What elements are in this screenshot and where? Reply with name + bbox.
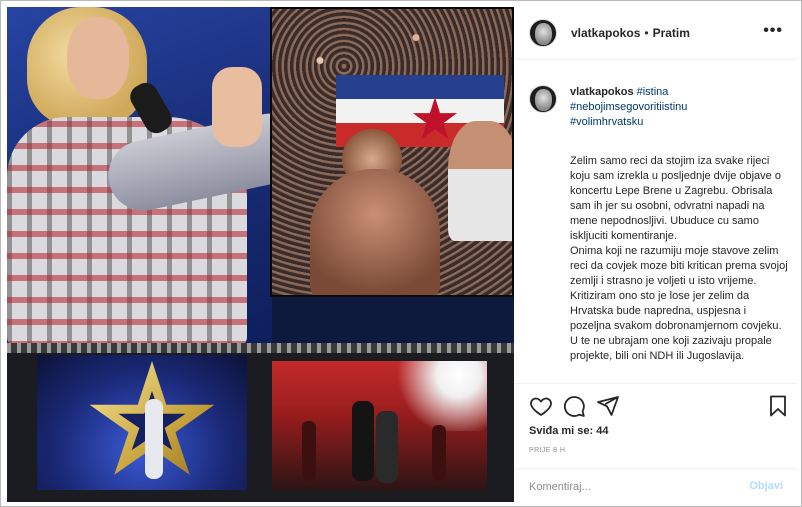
crowd-photo bbox=[270, 7, 514, 297]
caption: vlatkapokos #istina #nebojimsegovoritiist… bbox=[570, 85, 790, 364]
caption-body: Zelim samo reci da stojim iza svake rije… bbox=[570, 155, 788, 362]
bookmark-icon[interactable] bbox=[766, 394, 790, 418]
header-username[interactable]: vlatkapokos bbox=[571, 26, 640, 40]
caption-avatar[interactable] bbox=[529, 85, 557, 113]
action-bar bbox=[515, 384, 797, 428]
red-stage-photo bbox=[272, 361, 487, 491]
post-timestamp[interactable]: PRIJE 8 H bbox=[529, 447, 565, 454]
comment-icon[interactable] bbox=[562, 394, 586, 418]
heart-icon[interactable] bbox=[529, 394, 553, 418]
paper-plane-icon[interactable] bbox=[596, 394, 620, 418]
caption-area: vlatkapokos #istina #nebojimsegovoritiist… bbox=[515, 61, 797, 384]
avatar[interactable] bbox=[529, 19, 557, 47]
post-header: vlatkapokos • Pratim ••• bbox=[515, 7, 797, 60]
post-media[interactable] bbox=[7, 7, 514, 502]
hashtag-link[interactable]: #nebojimsegovoritiistinu bbox=[570, 101, 687, 113]
likes-number: 44 bbox=[596, 425, 609, 437]
post-comment-button[interactable]: Objavi bbox=[749, 480, 783, 492]
comment-input[interactable] bbox=[529, 479, 739, 495]
stage-photos bbox=[7, 343, 514, 502]
separator-dot: • bbox=[644, 26, 649, 40]
hashtag-link[interactable]: #istina bbox=[637, 86, 669, 98]
singer-photo bbox=[7, 7, 272, 343]
comment-bar: Objavi bbox=[515, 468, 797, 502]
likes-count[interactable]: Sviđa mi se: 44 bbox=[529, 425, 608, 437]
caption-username[interactable]: vlatkapokos bbox=[570, 86, 634, 98]
post-window: vlatkapokos • Pratim ••• vlatkapokos #ist… bbox=[0, 0, 802, 507]
following-button[interactable]: Pratim bbox=[653, 26, 690, 40]
likes-label: Sviđa mi se: bbox=[529, 425, 594, 437]
hashtag-link[interactable]: #volimhrvatsku bbox=[570, 116, 643, 128]
more-options-icon[interactable]: ••• bbox=[763, 23, 783, 39]
star-stage-photo bbox=[37, 355, 247, 490]
